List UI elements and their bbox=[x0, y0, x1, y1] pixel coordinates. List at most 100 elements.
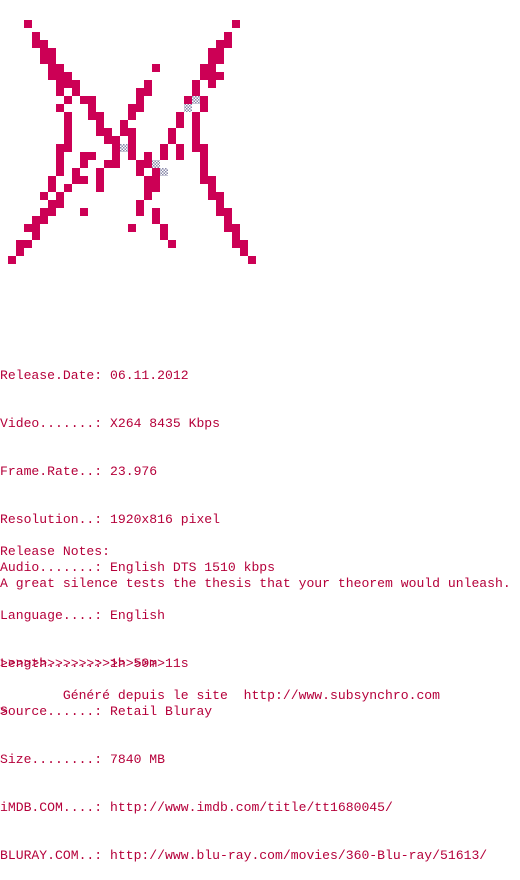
logo-pixel bbox=[56, 80, 64, 88]
imdb-link-line[interactable]: iMDB.COM....: http://www.imdb.com/title/… bbox=[0, 800, 520, 816]
logo-pixel bbox=[152, 168, 160, 176]
size-line: Size........: 7840 MB bbox=[0, 752, 166, 767]
logo-pixel bbox=[96, 128, 104, 136]
logo-pixel bbox=[224, 40, 232, 48]
logo-pixel bbox=[16, 248, 24, 256]
logo-pixel bbox=[200, 72, 208, 80]
release-info-block: Release.Date: 06.11.2012 Video.......: X… bbox=[0, 336, 520, 880]
logo-pixel bbox=[136, 168, 144, 176]
logo-pixel bbox=[64, 128, 72, 136]
logo-pixel bbox=[200, 176, 208, 184]
logo-pixel bbox=[32, 224, 40, 232]
logo-pixel bbox=[224, 32, 232, 40]
logo-pixel bbox=[144, 152, 152, 160]
logo-pixel bbox=[96, 176, 104, 184]
logo-pixel bbox=[144, 192, 152, 200]
logo-pixel bbox=[32, 216, 40, 224]
logo-pixel bbox=[192, 88, 200, 96]
logo-pixel bbox=[56, 72, 64, 80]
logo-pixel bbox=[64, 144, 72, 152]
logo-pixel bbox=[80, 176, 88, 184]
logo-pixel bbox=[56, 168, 64, 176]
logo-pixel bbox=[136, 104, 144, 112]
logo-pixel bbox=[208, 192, 216, 200]
logo-pixel bbox=[192, 128, 200, 136]
logo-pixel bbox=[48, 200, 56, 208]
logo-pixel bbox=[40, 40, 48, 48]
logo-pixel bbox=[192, 144, 200, 152]
logo-pixel bbox=[104, 136, 112, 144]
logo-pixel bbox=[232, 232, 240, 240]
logo-pixel bbox=[48, 184, 56, 192]
butterfly-logo-icon bbox=[8, 20, 256, 264]
logo-pixel bbox=[136, 96, 144, 104]
logo-pixel bbox=[216, 192, 224, 200]
logo-pixel bbox=[72, 176, 80, 184]
video-line: Video.......: X264 8435 Kbps bbox=[0, 416, 221, 431]
logo-pixel bbox=[160, 168, 168, 176]
logo-pixel bbox=[144, 80, 152, 88]
logo-pixel bbox=[56, 64, 64, 72]
arrow-divider: >>>>>>>>>>>>>>>>>>>>> > bbox=[0, 624, 165, 736]
logo-pixel bbox=[56, 104, 64, 112]
logo-pixel bbox=[160, 224, 168, 232]
logo-pixel bbox=[144, 160, 152, 168]
logo-pixel bbox=[200, 160, 208, 168]
logo-pixel bbox=[168, 136, 176, 144]
logo-pixel bbox=[40, 48, 48, 56]
logo-pixel bbox=[168, 128, 176, 136]
logo-pixel bbox=[72, 88, 80, 96]
logo-pixel bbox=[216, 72, 224, 80]
logo-pixel bbox=[48, 64, 56, 72]
resolution-line: Resolution..: 1920x816 pixel bbox=[0, 512, 221, 527]
logo-pixel bbox=[40, 56, 48, 64]
logo-pixel bbox=[128, 136, 136, 144]
logo-pixel bbox=[136, 160, 144, 168]
logo-pixel bbox=[232, 240, 240, 248]
logo-pixel bbox=[72, 80, 80, 88]
logo-pixel bbox=[88, 104, 96, 112]
release-notes-title: Release Notes: bbox=[0, 544, 111, 559]
bluray-link-line[interactable]: BLURAY.COM..: http://www.blu-ray.com/mov… bbox=[0, 848, 520, 864]
logo-pixel bbox=[184, 96, 192, 104]
logo-pixel bbox=[160, 152, 168, 160]
logo-pixel bbox=[216, 40, 224, 48]
logo-pixel bbox=[64, 184, 72, 192]
logo-pixel bbox=[160, 232, 168, 240]
logo-pixel bbox=[64, 112, 72, 120]
logo-pixel bbox=[80, 152, 88, 160]
arrow-line-2: > bbox=[0, 704, 8, 719]
logo-pixel bbox=[104, 128, 112, 136]
logo-pixel bbox=[248, 256, 256, 264]
logo-pixel bbox=[56, 152, 64, 160]
release-date-line: Release.Date: 06.11.2012 bbox=[0, 368, 189, 383]
logo-pixel bbox=[200, 152, 208, 160]
logo-pixel bbox=[56, 160, 64, 168]
logo-pixel bbox=[216, 208, 224, 216]
logo-pixel bbox=[96, 120, 104, 128]
logo-pixel bbox=[48, 72, 56, 80]
logo-pixel bbox=[208, 176, 216, 184]
logo-pixel bbox=[112, 144, 120, 152]
logo-pixel bbox=[128, 152, 136, 160]
logo-pixel bbox=[224, 216, 232, 224]
logo-pixel bbox=[80, 160, 88, 168]
audio-line: Audio.......: English DTS 1510 kbps bbox=[0, 560, 276, 575]
logo-pixel bbox=[56, 200, 64, 208]
logo-pixel bbox=[168, 240, 176, 248]
logo-pixel bbox=[208, 64, 216, 72]
logo-pixel bbox=[200, 96, 208, 104]
logo-pixel bbox=[160, 144, 168, 152]
logo-pixel bbox=[40, 192, 48, 200]
logo-pixel bbox=[192, 96, 200, 104]
logo-pixel bbox=[184, 104, 192, 112]
logo-pixel bbox=[32, 32, 40, 40]
logo-pixel bbox=[192, 120, 200, 128]
logo-pixel bbox=[216, 200, 224, 208]
logo-pixel bbox=[16, 240, 24, 248]
logo-pixel bbox=[64, 80, 72, 88]
logo-pixel bbox=[152, 184, 160, 192]
logo-pixel bbox=[176, 152, 184, 160]
logo-pixel bbox=[200, 104, 208, 112]
logo-pixel bbox=[224, 208, 232, 216]
